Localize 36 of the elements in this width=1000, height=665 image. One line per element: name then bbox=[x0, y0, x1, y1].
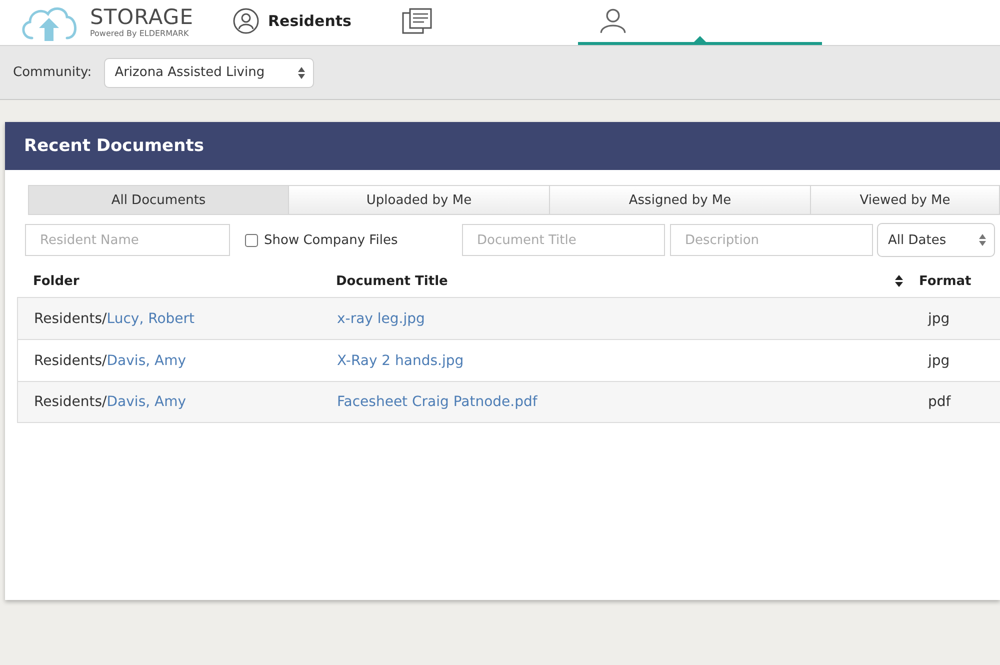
column-header: Folder bbox=[33, 274, 80, 289]
format-text: jpg bbox=[928, 310, 950, 326]
column-header: Format bbox=[919, 274, 972, 288]
checkbox-label[interactable]: Show Company Files bbox=[264, 232, 398, 248]
select-arrows-icon bbox=[298, 66, 305, 78]
format-text: pdf bbox=[928, 394, 951, 410]
folder-path: Residents/ bbox=[34, 394, 107, 410]
panel-title-bar: Recent Documents bbox=[5, 122, 1000, 170]
date-select[interactable]: All Dates bbox=[877, 223, 995, 257]
document-link[interactable]: Facesheet Craig Patnode.pdf bbox=[337, 394, 538, 410]
select-arrows-icon bbox=[979, 234, 986, 246]
document-link[interactable]: x-ray leg.jpg bbox=[337, 310, 425, 326]
logo-text: STORAGE bbox=[90, 7, 194, 28]
folder-path: Residents/ bbox=[34, 310, 107, 326]
resident-name-field[interactable]: Resident Name bbox=[25, 224, 230, 256]
filter-tab[interactable]: Assigned by Me bbox=[550, 185, 811, 215]
filter-tab[interactable]: All Documents bbox=[28, 185, 289, 215]
person-icon bbox=[233, 8, 259, 34]
person-icon bbox=[600, 8, 626, 34]
documents-icon bbox=[402, 8, 432, 34]
resident-link[interactable]: Davis, Amy bbox=[106, 352, 186, 368]
format-text: jpg bbox=[928, 352, 950, 368]
description-field[interactable]: Description bbox=[670, 224, 873, 256]
resident-link[interactable]: Davis, Amy bbox=[106, 394, 186, 410]
filter-tab[interactable]: Viewed by Me bbox=[811, 185, 1000, 215]
community-label: Community: bbox=[13, 65, 92, 80]
community-select[interactable]: Arizona Assisted Living bbox=[104, 58, 314, 88]
checkbox[interactable] bbox=[245, 234, 258, 246]
column-header: Document Title bbox=[336, 274, 448, 289]
document-title-field[interactable]: Document Title bbox=[462, 224, 665, 256]
folder-path: Residents/ bbox=[34, 352, 107, 368]
nav-tab[interactable]: Residents bbox=[225, 0, 390, 45]
resident-link[interactable]: Lucy, Robert bbox=[106, 310, 194, 326]
logo-tagline: Powered By ELDERMARK bbox=[90, 30, 190, 38]
document-link[interactable]: X-Ray 2 hands.jpg bbox=[337, 352, 464, 368]
filter-tab[interactable]: Uploaded by Me bbox=[289, 185, 550, 215]
